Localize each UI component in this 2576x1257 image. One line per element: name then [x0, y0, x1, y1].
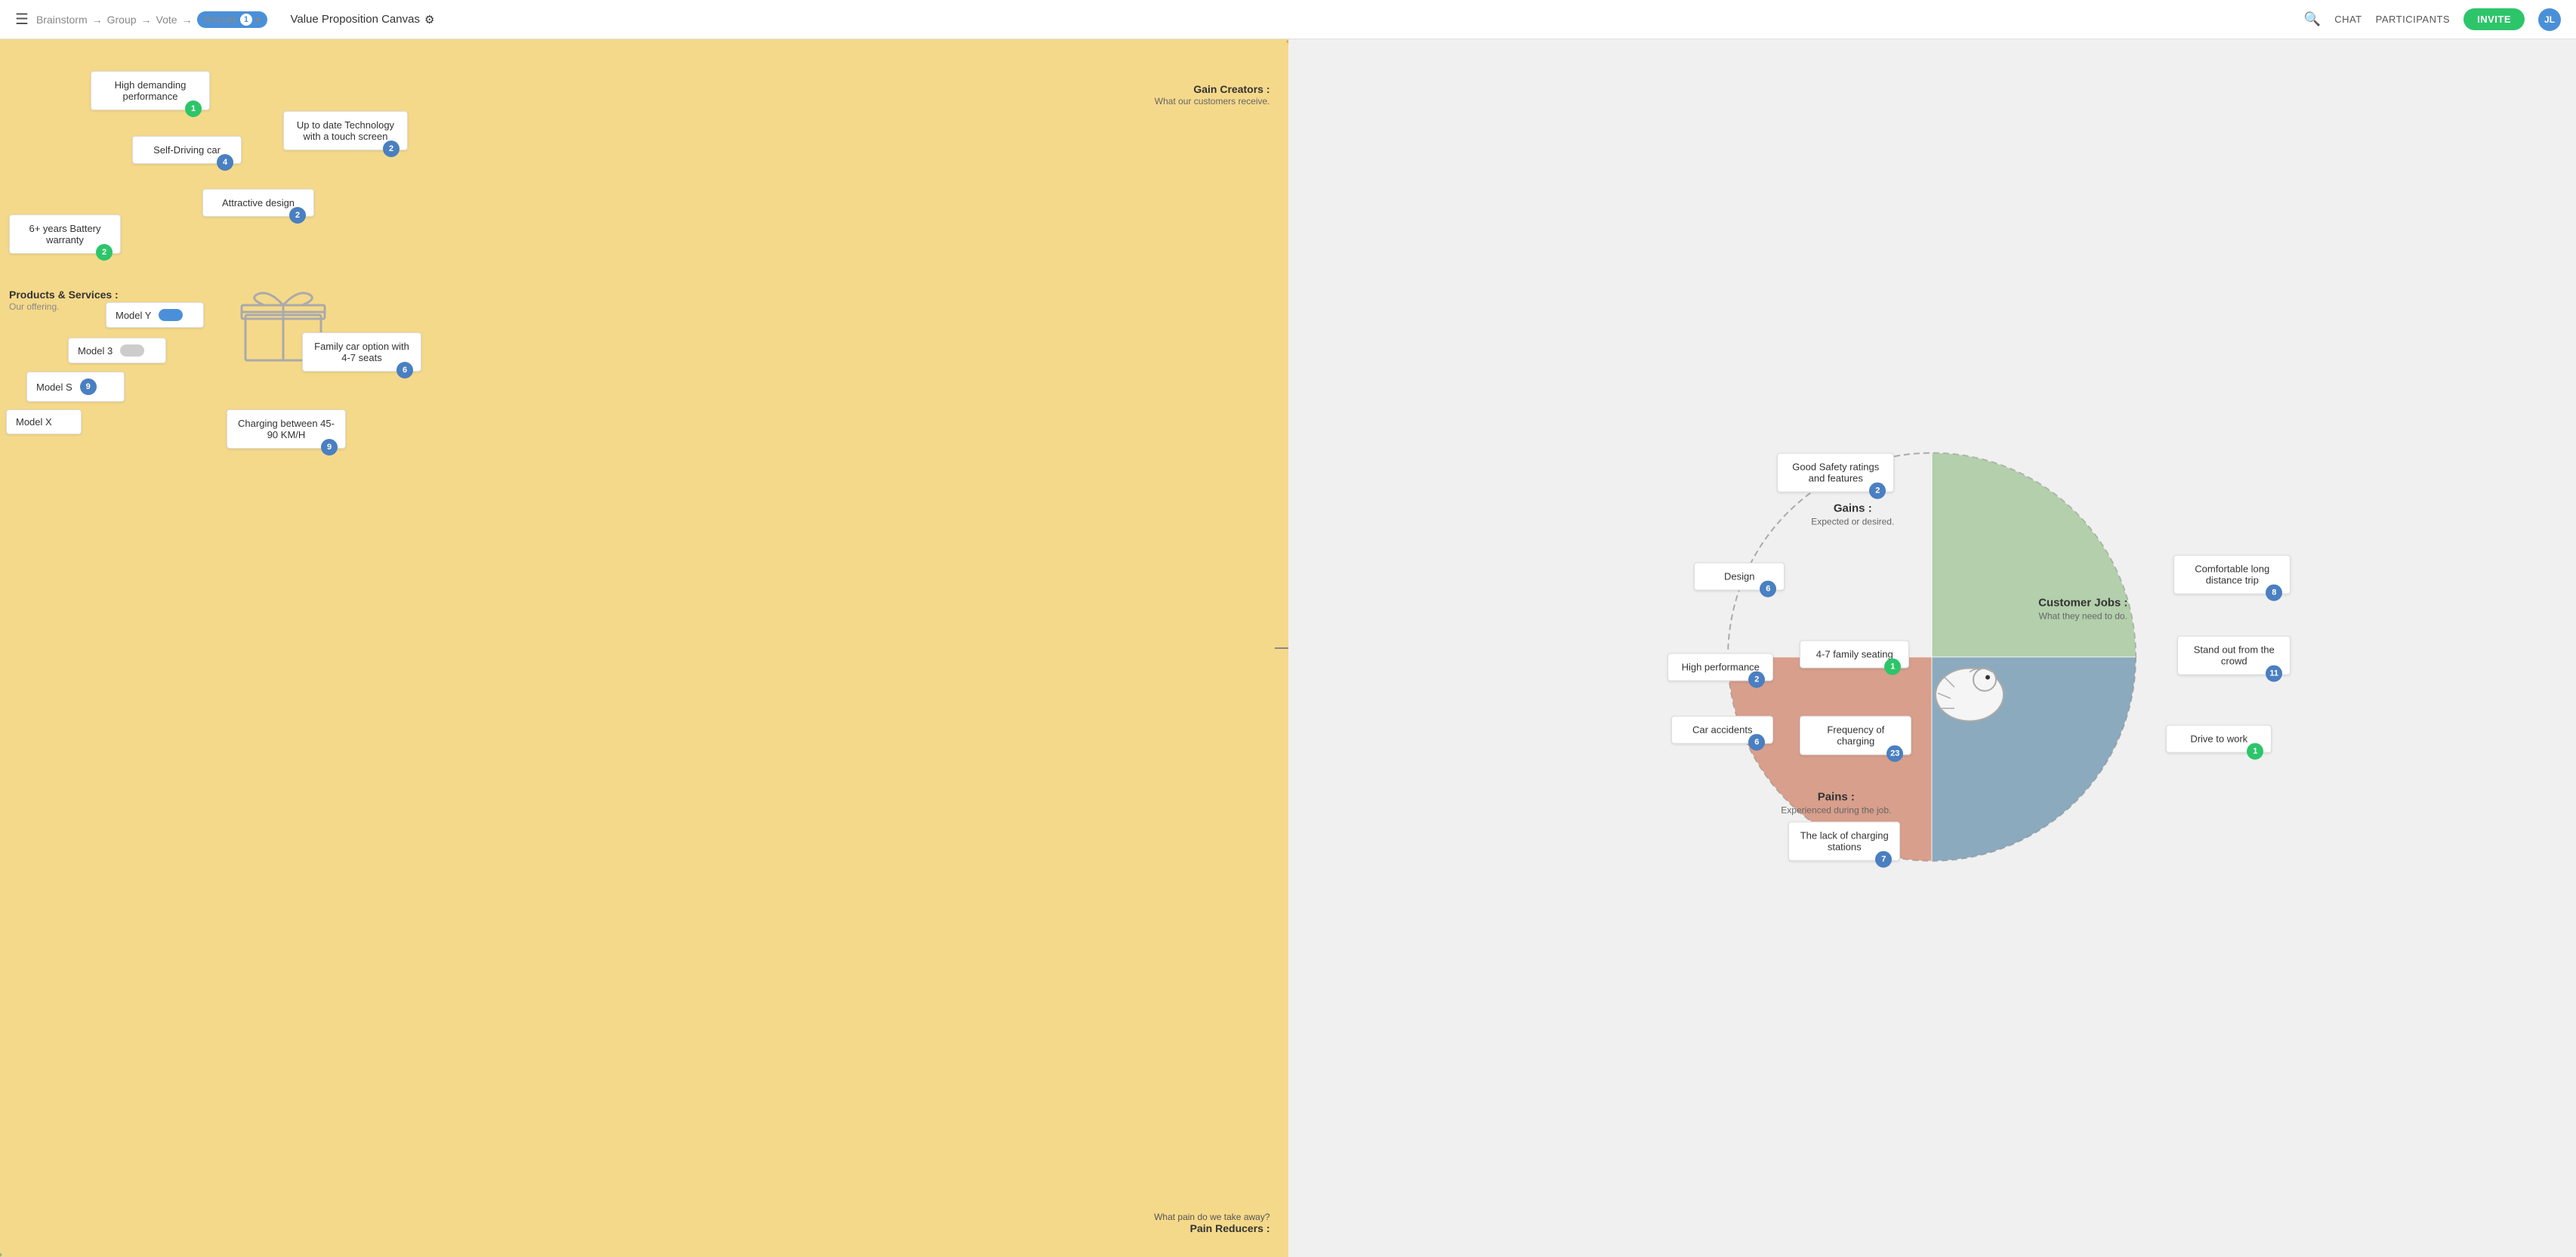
card-attractive-design-vote: 2 [289, 207, 306, 224]
card-design-vote: 6 [1760, 581, 1776, 598]
card-frequency-charging-vote: 23 [1886, 746, 1903, 762]
breadcrumb-arrow3: → [182, 14, 193, 26]
toggle-model-x[interactable]: Model X [6, 409, 82, 434]
card-lack-charging-vote: 7 [1875, 851, 1892, 868]
card-family-seating[interactable]: 4-7 family seating 1 [1800, 641, 1909, 669]
toggle-model-3-label: Model 3 [78, 345, 113, 357]
card-family-seating-text: 4-7 family seating [1816, 649, 1893, 660]
card-high-performance-vote: 2 [1748, 672, 1765, 688]
chat-button[interactable]: CHAT [2334, 14, 2362, 25]
results-chevron: ▾ [255, 14, 261, 26]
card-battery-warranty-text: 6+ years Battery warranty [29, 223, 100, 246]
search-icon[interactable]: 🔍 [2304, 11, 2321, 27]
card-charging-vote: 9 [321, 439, 338, 456]
results-label: Results [205, 14, 237, 25]
card-high-demanding-vote: 1 [185, 100, 202, 117]
canvas-area: Gain Creators : What our customers recei… [0, 39, 2576, 1257]
card-family-car-vote: 6 [396, 362, 413, 378]
card-battery-warranty-vote: 2 [96, 244, 113, 261]
card-high-performance-text: High performance [1682, 662, 1760, 673]
card-attractive-design-text: Attractive design [222, 197, 295, 208]
header-right: 🔍 CHAT PARTICIPANTS INVITE JL [2304, 8, 2561, 31]
participants-button[interactable]: PARTICIPANTS [2376, 14, 2450, 25]
vp-bg-green [0, 39, 1288, 1257]
card-up-to-date[interactable]: Up to date Technology with a touch scree… [283, 111, 408, 150]
card-drive-to-work-text: Drive to work [2190, 734, 2247, 745]
card-car-accidents[interactable]: Car accidents 6 [1671, 716, 1773, 744]
toggle-model-3-switch[interactable] [120, 344, 144, 357]
gains-label: Gains : Expected or desired. [1811, 502, 1894, 527]
card-design[interactable]: Design 6 [1694, 563, 1785, 591]
card-self-driving-text: Self-Driving car [153, 144, 221, 156]
card-design-text: Design [1724, 571, 1754, 582]
card-family-seating-vote: 1 [1884, 659, 1901, 675]
card-good-safety[interactable]: Good Safety ratings and features 2 [1777, 453, 1894, 493]
toggle-model-y-switch[interactable] [159, 309, 183, 321]
toggle-model-s-vote: 9 [80, 378, 97, 395]
pain-reducers-label: What pain do we take away? Pain Reducers… [1154, 1211, 1269, 1234]
card-battery-warranty[interactable]: 6+ years Battery warranty 2 [9, 215, 121, 254]
header: ☰ Brainstorm → Group → Vote → Results 1 … [0, 0, 2576, 39]
breadcrumb-group[interactable]: Group [107, 14, 137, 26]
card-stand-out[interactable]: Stand out from the crowd 11 [2177, 636, 2291, 675]
card-family-car[interactable]: Family car option with 4-7 seats 6 [302, 332, 421, 372]
pains-label: Pains : Experienced during the job. [1781, 791, 1891, 816]
card-comfortable-trip-vote: 8 [2266, 585, 2282, 601]
card-good-safety-vote: 2 [1869, 483, 1886, 499]
card-car-accidents-text: Car accidents [1692, 724, 1752, 736]
toggle-model-y[interactable]: Model Y [106, 302, 204, 328]
breadcrumb-vote[interactable]: Vote [156, 14, 177, 26]
toggle-model-x-label: Model X [16, 416, 52, 428]
card-drive-to-work[interactable]: Drive to work 1 [2166, 725, 2272, 753]
card-charging[interactable]: Charging between 45-90 KM/H 9 [227, 409, 346, 449]
gain-creators-label: Gain Creators : What our customers recei… [1155, 83, 1270, 107]
card-comfortable-trip-text: Comfortable long distance trip [2195, 564, 2269, 586]
circle-svg [1713, 438, 2151, 876]
card-stand-out-vote: 11 [2266, 666, 2282, 682]
arrow-connector [1275, 644, 1288, 653]
card-up-to-date-text: Up to date Technology with a touch scree… [297, 119, 394, 142]
card-comfortable-trip[interactable]: Comfortable long distance trip 8 [2173, 555, 2291, 595]
toggle-model-3[interactable]: Model 3 [68, 338, 166, 363]
card-good-safety-text: Good Safety ratings and features [1792, 462, 1879, 484]
toggle-model-y-label: Model Y [116, 310, 151, 321]
toggle-model-s[interactable]: Model S 9 [26, 372, 125, 402]
card-up-to-date-vote: 2 [383, 141, 400, 157]
card-frequency-charging-text: Frequency of charging [1827, 724, 1884, 747]
ps-label: Products & Services : Our offering. [9, 289, 119, 312]
vp-side: Gain Creators : What our customers recei… [0, 39, 1288, 1257]
invite-button[interactable]: INVITE [2463, 8, 2525, 30]
card-frequency-charging[interactable]: Frequency of charging 23 [1800, 716, 1911, 755]
canvas-title: Value Proposition Canvas ⚙ [290, 13, 434, 26]
results-badge[interactable]: Results 1 ▾ [197, 11, 268, 28]
circle-container: Gains : Expected or desired. Pains : Exp… [1713, 438, 2151, 876]
card-car-accidents-vote: 6 [1748, 734, 1765, 751]
jobs-label: Customer Jobs : What they need to do. [2022, 597, 2143, 622]
card-lack-charging[interactable]: The lack of charging stations 7 [1788, 822, 1900, 861]
breadcrumb-arrow1: → [92, 14, 103, 26]
card-stand-out-text: Stand out from the crowd [2194, 644, 2275, 667]
settings-icon[interactable]: ⚙ [424, 13, 434, 26]
card-high-demanding[interactable]: High demanding performance 1 [91, 71, 210, 110]
card-family-car-text: Family car option with 4-7 seats [314, 341, 409, 363]
customer-side: Gains : Expected or desired. Pains : Exp… [1288, 39, 2576, 1257]
card-self-driving-vote: 4 [217, 154, 233, 171]
card-high-demanding-text: High demanding performance [115, 79, 187, 102]
breadcrumb: Brainstorm → Group → Vote → Results 1 ▾ [36, 11, 268, 28]
canvas-title-text: Value Proposition Canvas [290, 13, 420, 26]
card-lack-charging-text: The lack of charging stations [1800, 830, 1889, 853]
results-count: 1 [240, 14, 252, 26]
toggle-model-s-label: Model S [36, 381, 72, 393]
card-charging-text: Charging between 45-90 KM/H [238, 418, 335, 440]
breadcrumb-brainstorm[interactable]: Brainstorm [36, 14, 88, 26]
menu-icon[interactable]: ☰ [15, 10, 29, 29]
card-drive-to-work-vote: 1 [2247, 743, 2263, 760]
card-high-performance[interactable]: High performance 2 [1667, 653, 1773, 681]
card-attractive-design[interactable]: Attractive design 2 [202, 189, 314, 217]
breadcrumb-arrow2: → [141, 14, 152, 26]
avatar[interactable]: JL [2538, 8, 2561, 31]
card-self-driving[interactable]: Self-Driving car 4 [132, 136, 242, 164]
header-left: ☰ Brainstorm → Group → Vote → Results 1 … [15, 10, 2304, 29]
